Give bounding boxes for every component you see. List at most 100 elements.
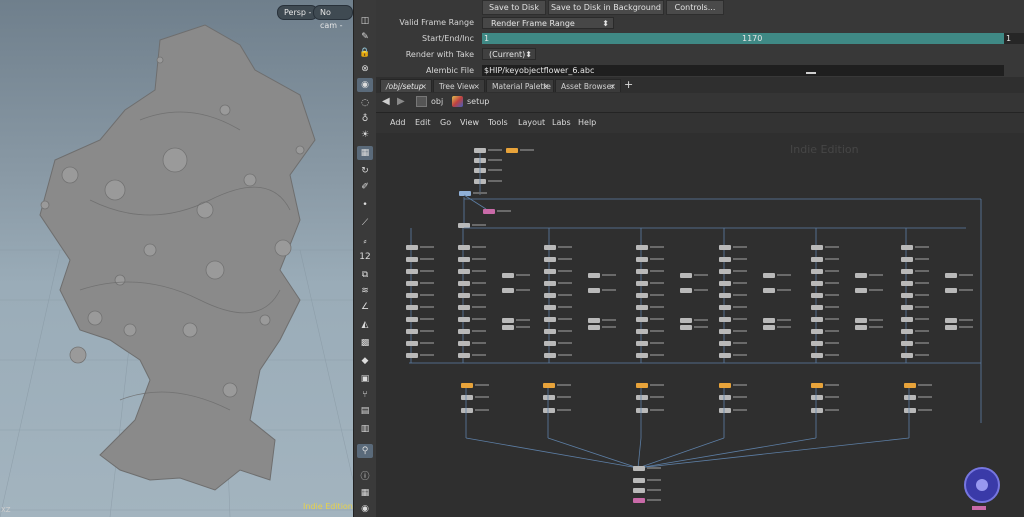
- close-icon[interactable]: ×: [420, 80, 427, 93]
- network-node[interactable]: [901, 317, 913, 322]
- dop-node[interactable]: [483, 209, 495, 214]
- scene-viewport[interactable]: Persp - No cam - Indie Edition XZ: [0, 0, 353, 517]
- node-label[interactable]: [869, 289, 883, 291]
- node-label[interactable]: [650, 258, 664, 260]
- network-node[interactable]: [544, 281, 556, 286]
- network-node[interactable]: [811, 395, 823, 400]
- node-label[interactable]: [558, 330, 572, 332]
- node-label[interactable]: [558, 354, 572, 356]
- network-node[interactable]: [945, 273, 957, 278]
- node-label[interactable]: [558, 294, 572, 296]
- node-label[interactable]: [733, 354, 747, 356]
- network-node[interactable]: [544, 293, 556, 298]
- close-icon[interactable]: ×: [473, 80, 480, 93]
- node-label[interactable]: [918, 384, 932, 386]
- node-label[interactable]: [915, 330, 929, 332]
- node-label[interactable]: [488, 180, 502, 182]
- network-node[interactable]: [544, 245, 556, 250]
- path-obj[interactable]: obj: [431, 97, 443, 106]
- node-label[interactable]: [733, 306, 747, 308]
- image-icon[interactable]: ▤: [357, 404, 373, 418]
- alembic-file-field[interactable]: $HIP/keyobjectflower_6.abc: [482, 65, 1004, 76]
- network-node[interactable]: [636, 257, 648, 262]
- network-node[interactable]: [588, 288, 600, 293]
- paint-icon[interactable]: ⸗: [357, 234, 373, 248]
- network-node[interactable]: [680, 288, 692, 293]
- node-label[interactable]: [557, 409, 571, 411]
- node-label[interactable]: [959, 289, 973, 291]
- node-label[interactable]: [915, 294, 929, 296]
- layout-icon[interactable]: ▥: [357, 422, 373, 436]
- grid-icon[interactable]: ◭: [357, 318, 373, 332]
- node-label[interactable]: [650, 342, 664, 344]
- merge-node[interactable]: [633, 466, 645, 471]
- node-label[interactable]: [650, 246, 664, 248]
- network-node[interactable]: [811, 245, 823, 250]
- stack-icon[interactable]: ⧉: [357, 268, 373, 282]
- save-to-disk-button[interactable]: Save to Disk: [482, 0, 546, 15]
- node-label[interactable]: [475, 384, 489, 386]
- pose-icon[interactable]: ✎: [357, 30, 373, 44]
- network-node[interactable]: [458, 257, 470, 262]
- node-label[interactable]: [516, 289, 530, 291]
- node-label[interactable]: [420, 306, 434, 308]
- node-label[interactable]: [650, 330, 664, 332]
- network-node[interactable]: [406, 257, 418, 262]
- node-label[interactable]: [473, 192, 487, 194]
- node-label[interactable]: [647, 479, 661, 481]
- node-label[interactable]: [558, 258, 572, 260]
- network-node[interactable]: [719, 269, 731, 274]
- node-label[interactable]: [516, 274, 530, 276]
- node-label[interactable]: [497, 210, 511, 212]
- branch-icon[interactable]: ⑂: [357, 388, 373, 402]
- network-node[interactable]: [719, 281, 731, 286]
- node-label[interactable]: [694, 319, 708, 321]
- network-node[interactable]: [544, 269, 556, 274]
- network-node[interactable]: [544, 341, 556, 346]
- network-node[interactable]: [811, 257, 823, 262]
- network-node[interactable]: [901, 281, 913, 286]
- network-node[interactable]: [458, 341, 470, 346]
- node-label[interactable]: [915, 258, 929, 260]
- node-label[interactable]: [472, 282, 486, 284]
- node-label[interactable]: [694, 326, 708, 328]
- network-node[interactable]: [636, 317, 648, 322]
- node-label[interactable]: [420, 330, 434, 332]
- pane-splitter[interactable]: [806, 72, 816, 74]
- menu-add[interactable]: Add: [390, 118, 406, 127]
- network-node[interactable]: [811, 281, 823, 286]
- network-node[interactable]: [544, 329, 556, 334]
- network-node[interactable]: [633, 488, 645, 493]
- tab-tree-view[interactable]: Tree View ×: [433, 79, 485, 92]
- node-label[interactable]: [733, 342, 747, 344]
- node-label[interactable]: [602, 274, 616, 276]
- node-label[interactable]: [602, 326, 616, 328]
- pen-icon[interactable]: ✐: [357, 180, 373, 194]
- network-node[interactable]: [719, 245, 731, 250]
- node-label[interactable]: [733, 330, 747, 332]
- angle-icon[interactable]: ∠: [357, 300, 373, 314]
- node-label[interactable]: [733, 282, 747, 284]
- network-node[interactable]: [458, 305, 470, 310]
- cache-node[interactable]: [719, 383, 731, 388]
- node-label[interactable]: [602, 289, 616, 291]
- network-node[interactable]: [901, 293, 913, 298]
- node-label[interactable]: [650, 384, 664, 386]
- node-label[interactable]: [915, 270, 929, 272]
- node-label[interactable]: [488, 169, 502, 171]
- node-label[interactable]: [825, 409, 839, 411]
- network-node[interactable]: [588, 273, 600, 278]
- network-node[interactable]: [636, 353, 648, 358]
- inc-field[interactable]: 1: [1004, 33, 1024, 44]
- network-node[interactable]: [719, 329, 731, 334]
- network-node[interactable]: [719, 408, 731, 413]
- node-label[interactable]: [959, 326, 973, 328]
- network-node[interactable]: [901, 353, 913, 358]
- menu-tools[interactable]: Tools: [488, 118, 508, 127]
- box-icon[interactable]: ◆: [357, 354, 373, 368]
- node-label[interactable]: [488, 149, 502, 151]
- network-node[interactable]: [458, 329, 470, 334]
- node-label[interactable]: [558, 342, 572, 344]
- node-label[interactable]: [915, 342, 929, 344]
- node-label[interactable]: [733, 409, 747, 411]
